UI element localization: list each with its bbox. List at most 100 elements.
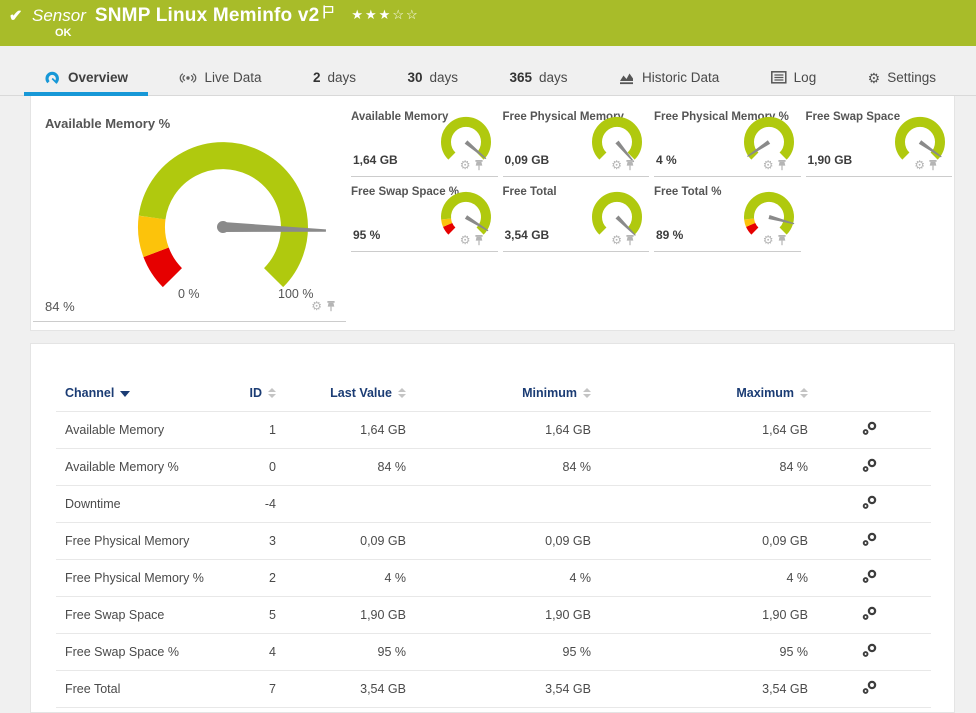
sort-toggle-icon — [268, 388, 276, 398]
gear-icon[interactable]: ⚙ — [460, 234, 471, 246]
channel-settings-icon[interactable] — [808, 411, 931, 449]
sort-desc-icon — [120, 391, 131, 397]
gauge-icon — [44, 70, 61, 86]
pin-icon[interactable] — [326, 300, 336, 312]
gauge-actions: ⚙ — [460, 159, 484, 171]
tab-overview[interactable]: Overview — [23, 60, 149, 96]
mini-gauge-tile: Free Swap Space 1,90 GB ⚙ — [805, 108, 952, 177]
gauge-value: 4 % — [656, 153, 677, 167]
mini-gauges-grid: Available Memory 1,64 GB ⚙ Free Physical… — [351, 108, 952, 252]
tab-label: days — [327, 70, 357, 85]
channel-name: Free Swap Space — [56, 596, 221, 634]
channel-last-value — [276, 485, 406, 523]
channel-name: Free Total % — [56, 707, 221, 712]
gauge-actions: ⚙ — [763, 159, 787, 171]
gauge-scale-min: 0 % — [178, 287, 200, 301]
column-header-last[interactable]: Last Value — [276, 376, 406, 412]
table-row: Available Memory % 0 84 % 84 % 84 % — [56, 448, 931, 486]
pin-icon[interactable] — [928, 159, 938, 171]
channel-id: 6 — [221, 707, 276, 712]
channel-settings-icon[interactable] — [808, 633, 931, 671]
channel-settings-icon[interactable] — [808, 707, 931, 712]
pin-icon[interactable] — [474, 234, 484, 246]
gauge-value: 1,64 GB — [353, 153, 398, 167]
column-header-id[interactable]: ID — [221, 376, 276, 412]
gear-icon[interactable]: ⚙ — [914, 159, 925, 171]
channel-minimum: 1,90 GB — [406, 596, 591, 634]
column-header-min[interactable]: Minimum — [406, 376, 591, 412]
tab-live-data[interactable]: Live Data — [175, 60, 265, 95]
pin-icon[interactable] — [625, 159, 635, 171]
channel-settings-icon[interactable] — [808, 596, 931, 634]
tab-2-days[interactable]: 2 days — [309, 60, 360, 95]
mini-gauge-tile: Free Physical Memory % 4 % ⚙ — [654, 108, 801, 177]
channel-settings-icon[interactable] — [808, 670, 931, 708]
column-label: Channel — [65, 386, 115, 400]
gauge-actions: ⚙ — [460, 234, 484, 246]
priority-stars[interactable]: ★★★☆☆ — [351, 7, 419, 23]
tab-365-days[interactable]: 365 days — [505, 60, 571, 95]
gear-icon[interactable]: ⚙ — [311, 300, 322, 312]
gauge-scale-max: 100 % — [278, 287, 314, 301]
channel-id: 7 — [221, 670, 276, 708]
gauge-value: 95 % — [353, 228, 381, 242]
channel-last-value: 4 % — [276, 559, 406, 597]
channel-settings-icon[interactable] — [808, 448, 931, 486]
channel-id: -4 — [221, 485, 276, 523]
channel-settings-icon[interactable] — [808, 485, 931, 523]
tab-label: Overview — [68, 70, 129, 85]
pin-icon[interactable] — [777, 159, 787, 171]
column-label: Last Value — [330, 386, 392, 400]
channels-panel: Channel ID Last Value Minimum Maximum Availa… — [30, 343, 955, 713]
gauge-value: 89 % — [656, 228, 684, 242]
channels-table-body: Available Memory 1 1,64 GB 1,64 GB 1,64 GB Av… — [56, 411, 931, 712]
gauge-actions: ⚙ — [914, 159, 938, 171]
mini-gauge-tile: Free Total % 89 % ⚙ — [654, 183, 801, 252]
channel-last-value: 1,64 GB — [276, 411, 406, 449]
channel-last-value: 3,54 GB — [276, 670, 406, 708]
gauge-value: 84 % — [45, 299, 75, 314]
channel-id: 2 — [221, 559, 276, 597]
pin-icon[interactable] — [625, 234, 635, 246]
tab-30-days[interactable]: 30 days — [403, 60, 462, 95]
channel-maximum: 0,09 GB — [591, 522, 808, 560]
tab-log[interactable]: Log — [767, 60, 821, 95]
channel-settings-icon[interactable] — [808, 559, 931, 597]
channel-last-value: 0,09 GB — [276, 522, 406, 560]
gear-icon[interactable]: ⚙ — [763, 159, 774, 171]
channels-table: Channel ID Last Value Minimum Maximum Availa… — [56, 376, 931, 712]
mini-gauge-tile: Free Total 3,54 GB ⚙ — [502, 183, 649, 252]
area-chart-icon — [619, 71, 635, 85]
gauge-actions: ⚙ — [763, 234, 787, 246]
column-label: Minimum — [522, 386, 577, 400]
column-label: Maximum — [736, 386, 794, 400]
tab-label: days — [538, 70, 568, 85]
flag-icon[interactable] — [323, 5, 335, 19]
gauge-title: Available Memory % — [45, 116, 171, 131]
pin-icon[interactable] — [474, 159, 484, 171]
gear-icon[interactable]: ⚙ — [460, 159, 471, 171]
primary-gauge-tile: Available Memory % 0 % 100 % 84 % ⚙ — [33, 108, 346, 322]
tab-historic-data[interactable]: Historic Data — [615, 60, 723, 95]
column-header-actions — [808, 376, 931, 412]
gear-icon[interactable]: ⚙ — [611, 159, 622, 171]
channel-name: Available Memory — [56, 411, 221, 449]
tab-label: days — [429, 70, 459, 85]
gauge-actions: ⚙ — [611, 159, 635, 171]
channel-name: Available Memory % — [56, 448, 221, 486]
table-row: Free Physical Memory % 2 4 % 4 % 4 % — [56, 559, 931, 597]
column-header-channel[interactable]: Channel — [56, 376, 221, 412]
column-header-max[interactable]: Maximum — [591, 376, 808, 412]
gear-icon[interactable]: ⚙ — [763, 234, 774, 246]
channel-id: 5 — [221, 596, 276, 634]
column-label: ID — [249, 386, 263, 400]
gear-icon[interactable]: ⚙ — [611, 234, 622, 246]
pin-icon[interactable] — [777, 234, 787, 246]
sensor-header: ✔ Sensor SNMP Linux Meminfo v2 ★★★☆☆ OK — [0, 0, 976, 46]
channel-maximum: 3,54 GB — [591, 670, 808, 708]
channel-minimum: 1,64 GB — [406, 411, 591, 449]
tab-label: Live Data — [204, 70, 262, 85]
channel-minimum: 3,54 GB — [406, 670, 591, 708]
channel-settings-icon[interactable] — [808, 522, 931, 560]
tab-settings[interactable]: ⚙ Settings — [864, 60, 940, 95]
